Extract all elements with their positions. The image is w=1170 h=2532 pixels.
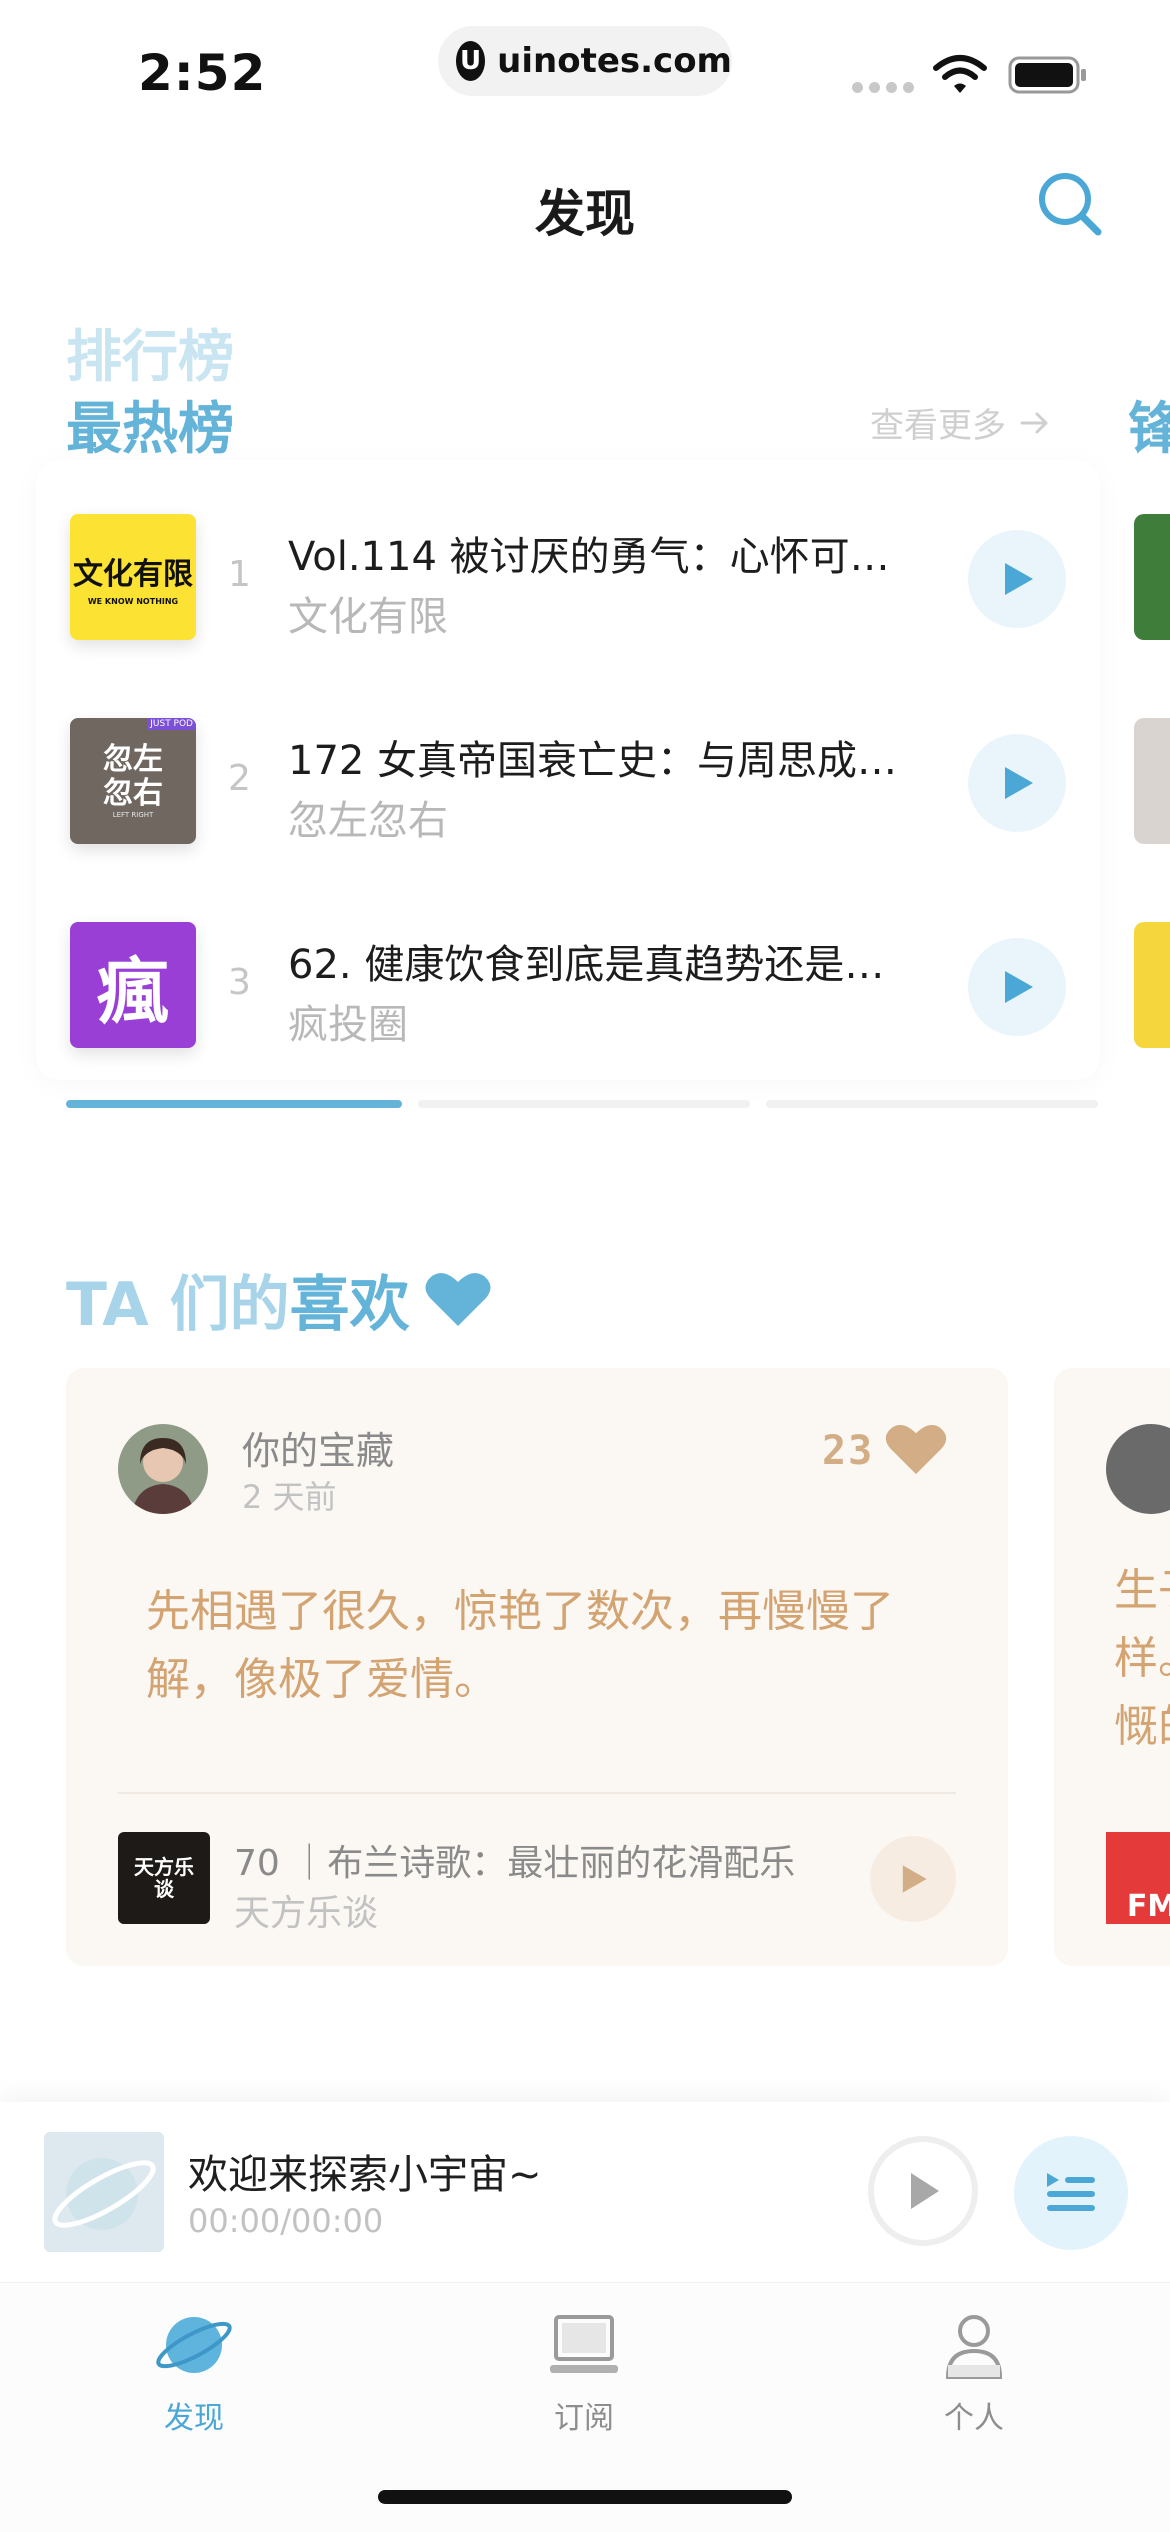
like-card-peek[interactable]: 生子 样。 慨的 FM xyxy=(1054,1368,1170,1966)
url-text: uinotes.com xyxy=(497,41,732,81)
ranking-row[interactable]: JUST POD 忽左忽右 LEFT RIGHT 2 172 女真帝国衰亡史：与… xyxy=(70,718,1070,844)
next-ranking-title-peek[interactable]: 锋 xyxy=(1128,384,1170,465)
quote-text-fragment: 生子 xyxy=(1114,1565,1170,1616)
cover-title: 文化有限 xyxy=(73,556,193,592)
episode-title: 62. 健康饮食到底是真趋势还是… xyxy=(288,942,885,988)
rank-number: 1 xyxy=(228,554,251,595)
play-icon xyxy=(1005,767,1033,799)
ranking-row[interactable]: 文化有限 WE KNOW NOTHING 1 Vol.114 被讨厌的勇气：心怀… xyxy=(70,514,1070,640)
cellular-signal-icon xyxy=(852,82,914,93)
show-name: 天方乐谈 xyxy=(234,1893,379,1934)
episode-title: 172 女真帝国衰亡史：与周思成… xyxy=(288,738,898,784)
avatar[interactable] xyxy=(118,1424,208,1514)
site-logo-icon: U xyxy=(456,41,486,81)
like-card[interactable]: 你的宝藏 2 天前 23 先相遇了很久，惊艳了数次，再慢慢了解，像极了爱情。 天… xyxy=(66,1368,1008,1966)
play-button[interactable] xyxy=(968,530,1066,628)
play-button[interactable] xyxy=(968,734,1066,832)
cover-title: FM xyxy=(1126,1889,1170,1924)
battery-icon xyxy=(1008,56,1086,94)
play-icon xyxy=(1005,971,1033,1003)
likes-title-strong: 喜欢 xyxy=(289,1270,410,1340)
divider xyxy=(118,1792,956,1794)
episode-cover: FM xyxy=(1106,1832,1170,1924)
quote-text-fragment: 慨的 xyxy=(1114,1701,1170,1752)
tab-label: 个人 xyxy=(944,2401,1004,2436)
mini-player[interactable]: 欢迎来探索小宇宙~ 00:00/00:00 xyxy=(0,2102,1170,2282)
wifi-icon xyxy=(933,55,987,93)
page-indicator-active xyxy=(66,1100,402,1108)
playlist-icon xyxy=(1047,2173,1095,2211)
quote-text-fragment: 样。 xyxy=(1114,1633,1170,1684)
player-cover xyxy=(44,2132,164,2252)
laptop-icon xyxy=(550,2315,618,2373)
podcast-cover: 瘋 xyxy=(70,922,196,1048)
likes-section-title: TA 们的 喜欢 xyxy=(66,1256,492,1343)
avatar[interactable] xyxy=(1106,1424,1170,1514)
cover-title: 天方乐谈 xyxy=(134,1855,194,1901)
see-more-link[interactable]: 查看更多 xyxy=(870,398,1050,447)
next-ranking-cover-peek[interactable] xyxy=(1134,718,1170,844)
cover-subtitle: LEFT RIGHT xyxy=(112,811,154,819)
play-button[interactable] xyxy=(870,1836,956,1922)
tab-label: 订阅 xyxy=(554,2401,614,2436)
home-indicator[interactable] xyxy=(378,2490,792,2504)
url-pill[interactable]: U uinotes.com xyxy=(438,26,732,96)
cover-badge: JUST POD xyxy=(147,718,196,730)
page-indicator xyxy=(418,1100,750,1108)
tab-discover[interactable]: 发现 xyxy=(94,2307,294,2437)
show-name: 疯投圈 xyxy=(288,1002,408,1048)
arrow-right-icon xyxy=(1020,412,1048,433)
play-button[interactable] xyxy=(968,938,1066,1036)
like-count: 23 xyxy=(822,1428,875,1474)
podcast-cover: JUST POD 忽左忽右 LEFT RIGHT xyxy=(70,718,196,844)
play-icon xyxy=(902,1865,927,1893)
tab-subscriptions[interactable]: 订阅 xyxy=(484,2307,684,2437)
ranking-super-title: 排行榜 xyxy=(66,325,234,390)
tab-label: 发现 xyxy=(164,2401,224,2436)
player-title: 欢迎来探索小宇宙~ xyxy=(188,2152,542,2198)
ranking-row[interactable]: 瘋 3 62. 健康饮食到底是真趋势还是… 疯投圈 xyxy=(70,922,1070,1048)
heart-icon xyxy=(425,1272,491,1326)
episode-title: 70 ｜布兰诗歌：最壮丽的花滑配乐 xyxy=(234,1843,796,1884)
post-time: 2 天前 xyxy=(242,1478,337,1516)
ranking-title[interactable]: 最热榜 xyxy=(66,384,234,465)
show-name: 忽左忽右 xyxy=(288,798,448,844)
page-title: 发现 xyxy=(535,185,635,243)
user-name[interactable]: 你的宝藏 xyxy=(242,1420,394,1475)
podcast-cover: 文化有限 WE KNOW NOTHING xyxy=(70,514,196,640)
tab-profile[interactable]: 个人 xyxy=(874,2307,1074,2437)
episode-cover: 天方乐谈 xyxy=(118,1832,210,1924)
like-heart-icon[interactable] xyxy=(884,1424,948,1476)
planet-icon xyxy=(156,2317,232,2373)
player-play-button[interactable] xyxy=(868,2136,978,2246)
play-icon xyxy=(911,2173,939,2209)
rank-number: 2 xyxy=(228,758,251,799)
quote-text: 先相遇了很久，惊艳了数次，再慢慢了解，像极了爱情。 xyxy=(146,1586,894,1705)
cover-subtitle: WE KNOW NOTHING xyxy=(87,596,179,606)
playlist-button[interactable] xyxy=(1014,2136,1128,2250)
search-icon[interactable] xyxy=(1034,168,1106,240)
status-time: 2:52 xyxy=(138,44,267,102)
cover-title: 忽左忽右 xyxy=(103,742,163,811)
play-icon xyxy=(1005,563,1033,595)
likes-title-prefix: TA 们的 xyxy=(66,1270,290,1340)
show-name: 文化有限 xyxy=(288,594,448,640)
player-time: 00:00/00:00 xyxy=(188,2202,384,2240)
person-icon xyxy=(945,2315,1003,2379)
cover-title: 瘋 xyxy=(96,949,169,1034)
see-more-label: 查看更多 xyxy=(870,406,1006,446)
page-indicator xyxy=(766,1100,1098,1108)
next-ranking-cover-peek[interactable] xyxy=(1134,514,1170,640)
next-ranking-cover-peek[interactable] xyxy=(1134,922,1170,1048)
episode-title: Vol.114 被讨厌的勇气：心怀可… xyxy=(288,534,890,580)
rank-number: 3 xyxy=(228,962,251,1003)
